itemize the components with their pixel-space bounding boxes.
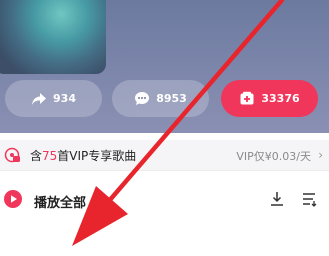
play-all-button[interactable]: 播放全部: [34, 192, 86, 211]
vip-price-link[interactable]: VIP仅¥0.03/天: [236, 148, 311, 164]
share-count: 934: [53, 92, 76, 105]
share-button[interactable]: 934: [5, 80, 102, 117]
sort-icon[interactable]: [301, 191, 317, 207]
share-icon: [31, 92, 47, 106]
download-icon[interactable]: [269, 191, 285, 207]
comment-count: 8953: [156, 92, 187, 105]
play-all-bar: 播放全部 (: [0, 178, 329, 222]
add-collect-icon: [239, 91, 255, 106]
playlist-header: 934 8953 33376: [0, 0, 329, 133]
comment-button[interactable]: 8953: [112, 80, 209, 117]
comment-icon: [134, 91, 150, 106]
action-row: 934 8953 33376: [0, 80, 329, 118]
vip-banner[interactable]: 含75首VIP专享歌曲 VIP仅¥0.03/天 ›: [0, 140, 329, 171]
song-count: (: [96, 192, 102, 207]
vip-song-count: 75: [42, 149, 58, 163]
vip-disc-icon: [4, 147, 20, 163]
vip-song-count-text: 含75首VIP专享歌曲: [30, 149, 137, 163]
play-icon[interactable]: [4, 190, 22, 208]
collect-count: 33376: [261, 92, 300, 105]
chevron-right-icon: ›: [318, 148, 323, 162]
cover-image[interactable]: [0, 0, 106, 74]
collect-button[interactable]: 33376: [221, 80, 318, 117]
